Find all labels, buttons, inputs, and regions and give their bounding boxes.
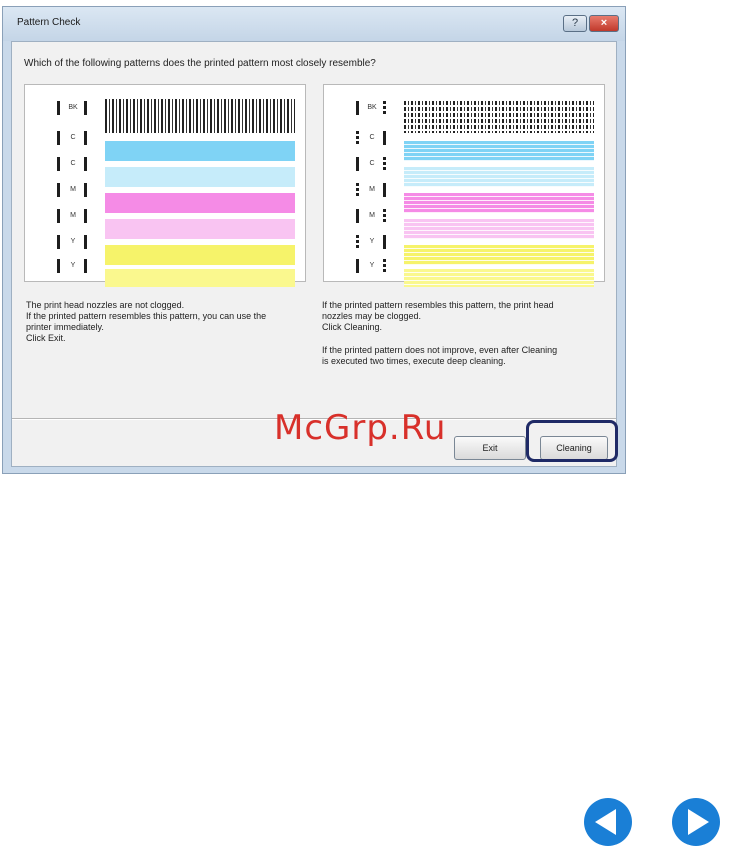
description-line: Click Cleaning. [322,322,383,332]
pattern-good: BK C C M M Y Y [24,84,306,287]
exit-button[interactable]: Exit [454,436,526,460]
nozzle-indicator [84,101,87,115]
dialog-title: Pattern Check [17,17,81,28]
light-yellow-swatch [105,269,295,287]
light-yellow-swatch [404,269,594,287]
nozzle-indicator [57,235,60,249]
magenta-swatch [105,193,295,213]
row-label: C [70,160,76,167]
nozzle-indicator [383,259,386,273]
pattern-check-dialog: Pattern Check ? × Which of the following… [2,6,626,474]
nozzle-indicator [356,259,359,273]
nozzle-indicator [356,209,359,223]
nozzle-indicator [84,235,87,249]
nozzle-indicator [356,131,359,145]
row-label: M [70,212,76,219]
watermark: McGrp.Ru [274,408,447,448]
cyan-swatch [404,141,594,161]
title-bar[interactable]: Pattern Check ? × [3,7,625,41]
description-line: The print head nozzles are not clogged. [26,300,185,310]
nozzle-indicator [356,235,359,249]
cleaning-button-highlight [526,420,618,462]
description-line: is executed two times, execute deep clea… [322,356,506,366]
light-magenta-swatch [404,219,594,239]
nozzle-indicator [57,259,60,273]
yellow-swatch [105,245,295,265]
description-line: If the printed pattern resembles this pa… [26,311,267,321]
description-line: nozzles may be clogged. [322,311,422,321]
yellow-swatch [404,245,594,265]
nozzle-indicator [356,183,359,197]
nozzle-indicator [356,101,359,115]
nozzle-indicator [383,235,386,249]
row-label: BK [68,104,78,111]
description-line: If the printed pattern resembles this pa… [322,300,554,310]
nozzle-indicator [57,209,60,223]
nozzle-indicator [383,101,386,115]
next-page-button[interactable] [670,796,722,848]
help-button[interactable]: ? [563,15,587,32]
clogged-pattern-description: If the printed pattern resembles this pa… [322,300,612,367]
row-label: M [369,186,375,193]
nozzle-indicator [84,259,87,273]
row-label: Y [369,262,375,269]
row-label: C [70,134,76,141]
row-label: Y [369,238,375,245]
row-label: M [70,186,76,193]
row-label: C [369,134,375,141]
row-labels: BK C C M M Y Y [51,99,93,277]
light-cyan-swatch [105,167,295,187]
nozzle-indicator [84,157,87,171]
black-swatch [105,99,295,133]
good-pattern-description: The print head nozzles are not clogged. … [26,300,306,344]
row-labels: BK C C M M Y Y [350,99,392,277]
row-label: BK [367,104,377,111]
nozzle-indicator [383,131,386,145]
nozzle-indicator [57,131,60,145]
magenta-swatch [404,193,594,213]
nozzle-indicator [57,157,60,171]
cyan-swatch [105,141,295,161]
previous-page-button[interactable] [582,796,634,848]
nozzle-indicator [84,131,87,145]
dialog-client-area: Which of the following patterns does the… [11,41,617,467]
nozzle-indicator [383,157,386,171]
light-cyan-swatch [404,167,594,187]
row-label: Y [70,238,76,245]
light-magenta-swatch [105,219,295,239]
pattern-clogged: BK C C M M Y Y [323,84,605,287]
nozzle-indicator [356,157,359,171]
description-line: Click Exit. [26,333,66,343]
nozzle-indicator [383,209,386,223]
row-label: M [369,212,375,219]
row-label: Y [70,262,76,269]
close-button[interactable]: × [589,15,619,32]
description-line: If the printed pattern does not improve,… [322,345,558,355]
nozzle-indicator [84,209,87,223]
description-line: printer immediately. [26,322,104,332]
row-label: C [369,160,375,167]
nozzle-indicator [84,183,87,197]
black-swatch [404,99,594,133]
nozzle-indicator [57,101,60,115]
nozzle-indicator [57,183,60,197]
question-text: Which of the following patterns does the… [24,58,376,69]
nozzle-indicator [383,183,386,197]
